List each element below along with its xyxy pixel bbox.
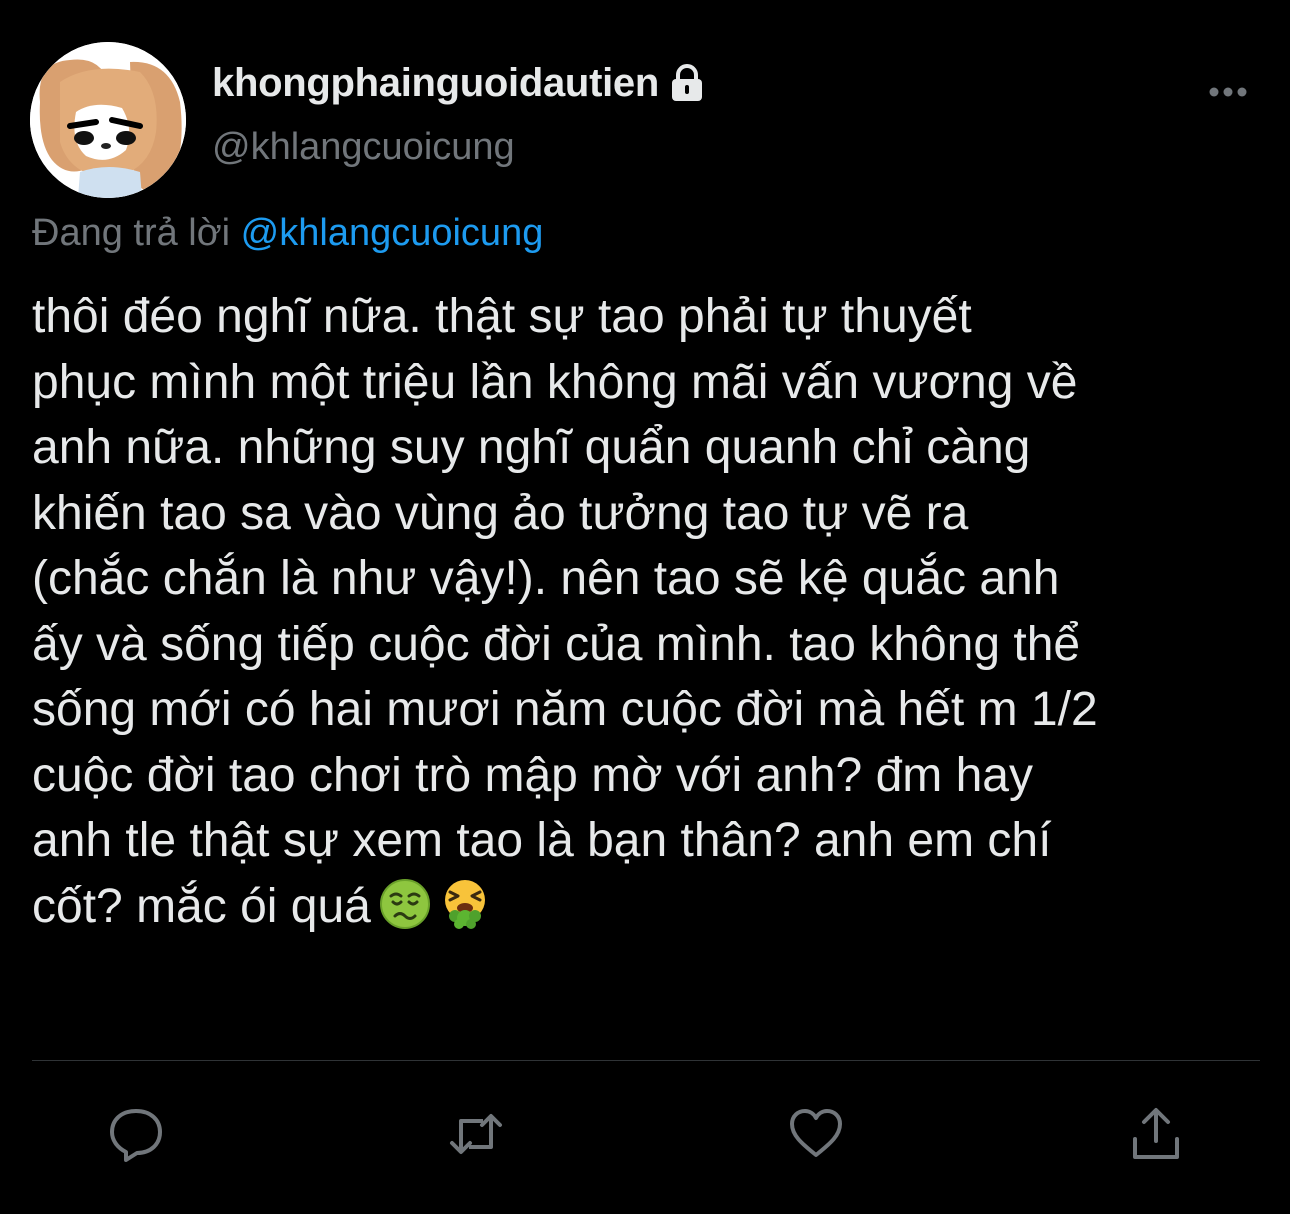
tweet-text-line: (chắc chắn là như vậy!). nên tao sẽ kệ q… xyxy=(32,552,1060,605)
display-name-row: khongphainguoidautien xyxy=(212,58,705,108)
tweet-text-line: khiến tao sa vào vùng ảo tưởng tao tự vẽ… xyxy=(32,486,969,540)
reply-bubble-icon xyxy=(110,1109,162,1162)
tweet-text-line: ấy và sống tiếp cuộc đời của mình. tao k… xyxy=(32,617,1081,671)
lock-icon xyxy=(669,63,705,103)
tweet-text-line: anh nữa. những suy nghĩ quẩn quanh chỉ c… xyxy=(32,421,1031,474)
tweet-text-last-line: cốt? mắc ói quá xyxy=(32,874,1282,940)
handle[interactable]: @khlangcuoicung xyxy=(212,126,515,169)
tweet-text-line: sống mới có hai mươi năm cuộc đời mà hết… xyxy=(32,683,1098,736)
more-options-button[interactable] xyxy=(1200,72,1256,112)
tweet-text-line: cốt? mắc ói quá xyxy=(32,879,371,933)
reply-mention-link[interactable]: @khlangcuoicung xyxy=(241,212,544,254)
reply-context: Đang trả lời @khlangcuoicung xyxy=(32,212,543,255)
heart-icon xyxy=(790,1109,842,1157)
avatar[interactable] xyxy=(30,42,186,198)
share-button[interactable] xyxy=(1126,1104,1186,1164)
more-dots-icon xyxy=(1209,87,1247,97)
tweet: khongphainguoidautien @khlangcuoicung Đa… xyxy=(0,0,1290,1214)
retweet-button[interactable] xyxy=(446,1104,506,1164)
like-button[interactable] xyxy=(786,1104,846,1164)
reply-context-prefix: Đang trả lời xyxy=(32,212,231,254)
divider xyxy=(32,1060,1260,1061)
tweet-text-line: anh tle thật sự xem tao là bạn thân? anh… xyxy=(32,814,1052,867)
avatar-dog-image xyxy=(30,42,186,198)
nauseated-face-emoji-icon xyxy=(379,878,431,930)
tweet-text-line: cuộc đời tao chơi trò mập mờ với anh? đm… xyxy=(32,748,1033,802)
tweet-text-line: phục mình một triệu lần không mãi vấn vư… xyxy=(32,355,1078,409)
display-name[interactable]: khongphainguoidautien xyxy=(212,61,659,106)
vomiting-face-emoji-icon xyxy=(439,878,491,930)
tweet-text-line: thôi đéo nghĩ nữa. thật sự tao phải tự t… xyxy=(32,290,972,343)
retweet-icon xyxy=(450,1114,502,1154)
share-upload-icon xyxy=(1133,1108,1179,1159)
tweet-text: thôi đéo nghĩ nữa. thật sự tao phải tự t… xyxy=(32,284,1282,939)
reply-button[interactable] xyxy=(106,1104,166,1164)
